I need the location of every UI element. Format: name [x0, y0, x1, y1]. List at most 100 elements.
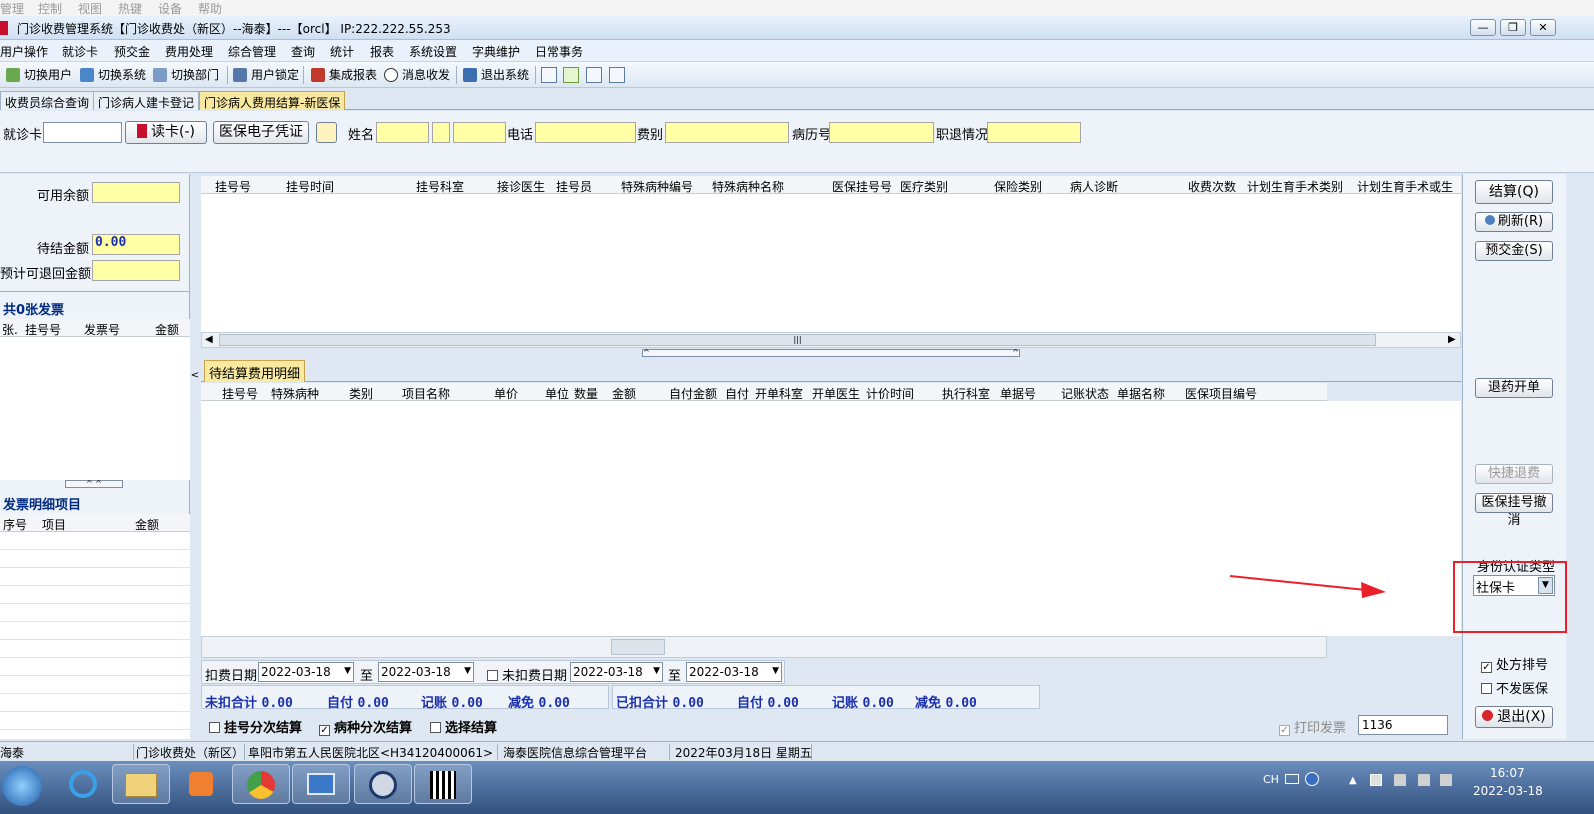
splitter-handle[interactable]: ^ ^: [642, 349, 1020, 357]
no-insurance-checkbox[interactable]: 不发医保: [1481, 678, 1548, 697]
tab-cashier-query[interactable]: 收费员综合查询: [0, 91, 95, 110]
fee-type-field[interactable]: [665, 122, 789, 143]
settle-button[interactable]: 结算(Q): [1475, 180, 1553, 204]
language-indicator[interactable]: CH: [1263, 773, 1279, 786]
device-icon[interactable]: [1394, 774, 1406, 786]
menu-settings[interactable]: 系统设置: [409, 43, 457, 60]
scroll-thumb[interactable]: |||: [219, 334, 1376, 346]
read-card-button[interactable]: 读卡(-): [125, 121, 207, 144]
phone-field[interactable]: [535, 122, 636, 143]
return-drug-button[interactable]: 退药开单: [1475, 378, 1553, 398]
ie-icon[interactable]: [54, 764, 112, 804]
retire-status-field[interactable]: [987, 122, 1081, 143]
menu-daily[interactable]: 日常事务: [535, 43, 583, 60]
rx-sort-checkbox[interactable]: ✓ 处方排号: [1481, 654, 1548, 673]
quick-refund-button[interactable]: 快捷退费: [1475, 464, 1553, 484]
cancel-insurance-reg-button[interactable]: 医保挂号撤消: [1475, 493, 1553, 528]
reg-split-checkbox[interactable]: 挂号分次结算: [209, 717, 302, 736]
record-no-field[interactable]: [829, 122, 934, 143]
menu-card[interactable]: 就诊卡: [62, 43, 98, 60]
checkbox[interactable]: [487, 670, 498, 681]
name-field[interactable]: [376, 122, 429, 143]
minimize-button[interactable]: —: [1470, 19, 1496, 36]
switch-user-button[interactable]: 切换用户: [4, 66, 72, 84]
integrated-report-button[interactable]: 集成报表: [309, 66, 377, 84]
close-button[interactable]: ✕: [1530, 19, 1556, 36]
messages-button[interactable]: 消息收发: [382, 66, 450, 84]
tab-pending-fee-detail[interactable]: 待结算费用明细: [204, 360, 306, 382]
media-player-icon[interactable]: [172, 764, 230, 804]
host-menu-item[interactable]: 管理: [0, 0, 24, 17]
reg-grid[interactable]: [201, 194, 1461, 332]
undeducted-date-to[interactable]: 2022-03-18 ▼: [686, 662, 782, 682]
fee-grid[interactable]: [201, 401, 1461, 636]
sql-tool-icon[interactable]: [354, 764, 412, 804]
tab-card-registration[interactable]: 门诊病人建卡登记: [93, 91, 200, 110]
money-icon[interactable]: [563, 67, 579, 83]
lock-user-button[interactable]: 用户锁定: [231, 66, 299, 84]
edit-icon[interactable]: [541, 67, 557, 83]
menu-reports[interactable]: 报表: [370, 43, 394, 60]
select-settle-checkbox[interactable]: 选择结算: [430, 717, 497, 736]
menu-query[interactable]: 查询: [291, 43, 315, 60]
restore-button[interactable]: ❐: [1500, 19, 1526, 36]
scroll-thumb[interactable]: [611, 639, 665, 655]
menu-admin[interactable]: 综合管理: [228, 43, 276, 60]
clock-date[interactable]: 2022-03-18: [1473, 784, 1543, 798]
menu-fees[interactable]: 费用处理: [165, 43, 213, 60]
host-menu-item[interactable]: 热键: [118, 0, 142, 17]
remote-desktop-icon[interactable]: [292, 764, 350, 804]
switch-system-button[interactable]: 切换系统: [78, 66, 146, 84]
deduct-date-to[interactable]: 2022-03-18 ▼: [378, 662, 474, 682]
refresh-button[interactable]: 刷新(R): [1475, 212, 1553, 232]
his-app-icon[interactable]: [414, 764, 472, 804]
dropdown-arrow-icon[interactable]: ▼: [464, 666, 471, 676]
fee-grid-hscrollbar[interactable]: [201, 636, 1327, 658]
calendar-icon[interactable]: [609, 67, 625, 83]
undeducted-date-toggle[interactable]: 未扣费日期: [487, 665, 567, 684]
host-menu-item[interactable]: 控制: [38, 0, 62, 17]
switch-dept-button[interactable]: 切换部门: [151, 66, 219, 84]
collapse-left-arrow[interactable]: <: [190, 370, 200, 384]
clock-time[interactable]: 16:07: [1490, 766, 1525, 780]
prepay-button[interactable]: 预交金(S): [1475, 241, 1553, 261]
chrome-icon[interactable]: [232, 764, 290, 804]
keyboard-icon[interactable]: [1285, 774, 1299, 784]
exit-system-button[interactable]: 退出系统: [461, 66, 529, 84]
invoice-grid[interactable]: [0, 337, 190, 480]
explorer-icon[interactable]: [112, 764, 170, 804]
menu-dict[interactable]: 字典维护: [472, 43, 520, 60]
volume-icon[interactable]: [1440, 774, 1452, 786]
print-invoice-checkbox[interactable]: ✓ 打印发票: [1279, 717, 1346, 736]
menu-stats[interactable]: 统计: [330, 43, 354, 60]
network-icon[interactable]: [1418, 774, 1430, 786]
disease-split-checkbox[interactable]: ✓ 病种分次结算: [319, 717, 412, 736]
tray-expand-icon[interactable]: ▲: [1349, 775, 1357, 786]
gender-field[interactable]: [432, 122, 450, 143]
help-icon[interactable]: [1305, 772, 1319, 786]
splitter-handle[interactable]: ^ ^: [65, 480, 123, 488]
reg-grid-hscrollbar[interactable]: ◀ ||| ▶: [201, 332, 1461, 348]
exit-button[interactable]: 退出(X): [1475, 706, 1553, 728]
scroll-right-arrow[interactable]: ▶: [1448, 334, 1456, 345]
host-menu-item[interactable]: 视图: [78, 0, 102, 17]
menu-user-ops[interactable]: 用户操作: [0, 43, 48, 60]
age-field[interactable]: [453, 122, 506, 143]
menu-prepay[interactable]: 预交金: [114, 43, 150, 60]
broom-icon[interactable]: [316, 122, 337, 143]
host-menu-item[interactable]: 设备: [158, 0, 182, 17]
e-voucher-button[interactable]: 医保电子凭证: [213, 121, 309, 144]
start-button[interactable]: [2, 766, 42, 806]
detail-grid[interactable]: [0, 532, 190, 739]
card-input[interactable]: [43, 122, 122, 143]
dropdown-arrow-icon[interactable]: ▼: [653, 666, 660, 676]
host-menu-item[interactable]: 帮助: [198, 0, 222, 17]
scroll-left-arrow[interactable]: ◀: [205, 334, 213, 345]
tab-fee-settlement[interactable]: 门诊病人费用结算-新医保: [199, 91, 346, 110]
dropdown-arrow-icon[interactable]: ▼: [772, 666, 779, 676]
invoice-number-field[interactable]: 1136: [1358, 715, 1448, 735]
undeducted-date-from[interactable]: 2022-03-18 ▼: [570, 662, 663, 682]
dropdown-arrow-icon[interactable]: ▼: [344, 666, 351, 676]
book-icon[interactable]: [586, 67, 602, 83]
deduct-date-from[interactable]: 2022-03-18 ▼: [258, 662, 354, 682]
